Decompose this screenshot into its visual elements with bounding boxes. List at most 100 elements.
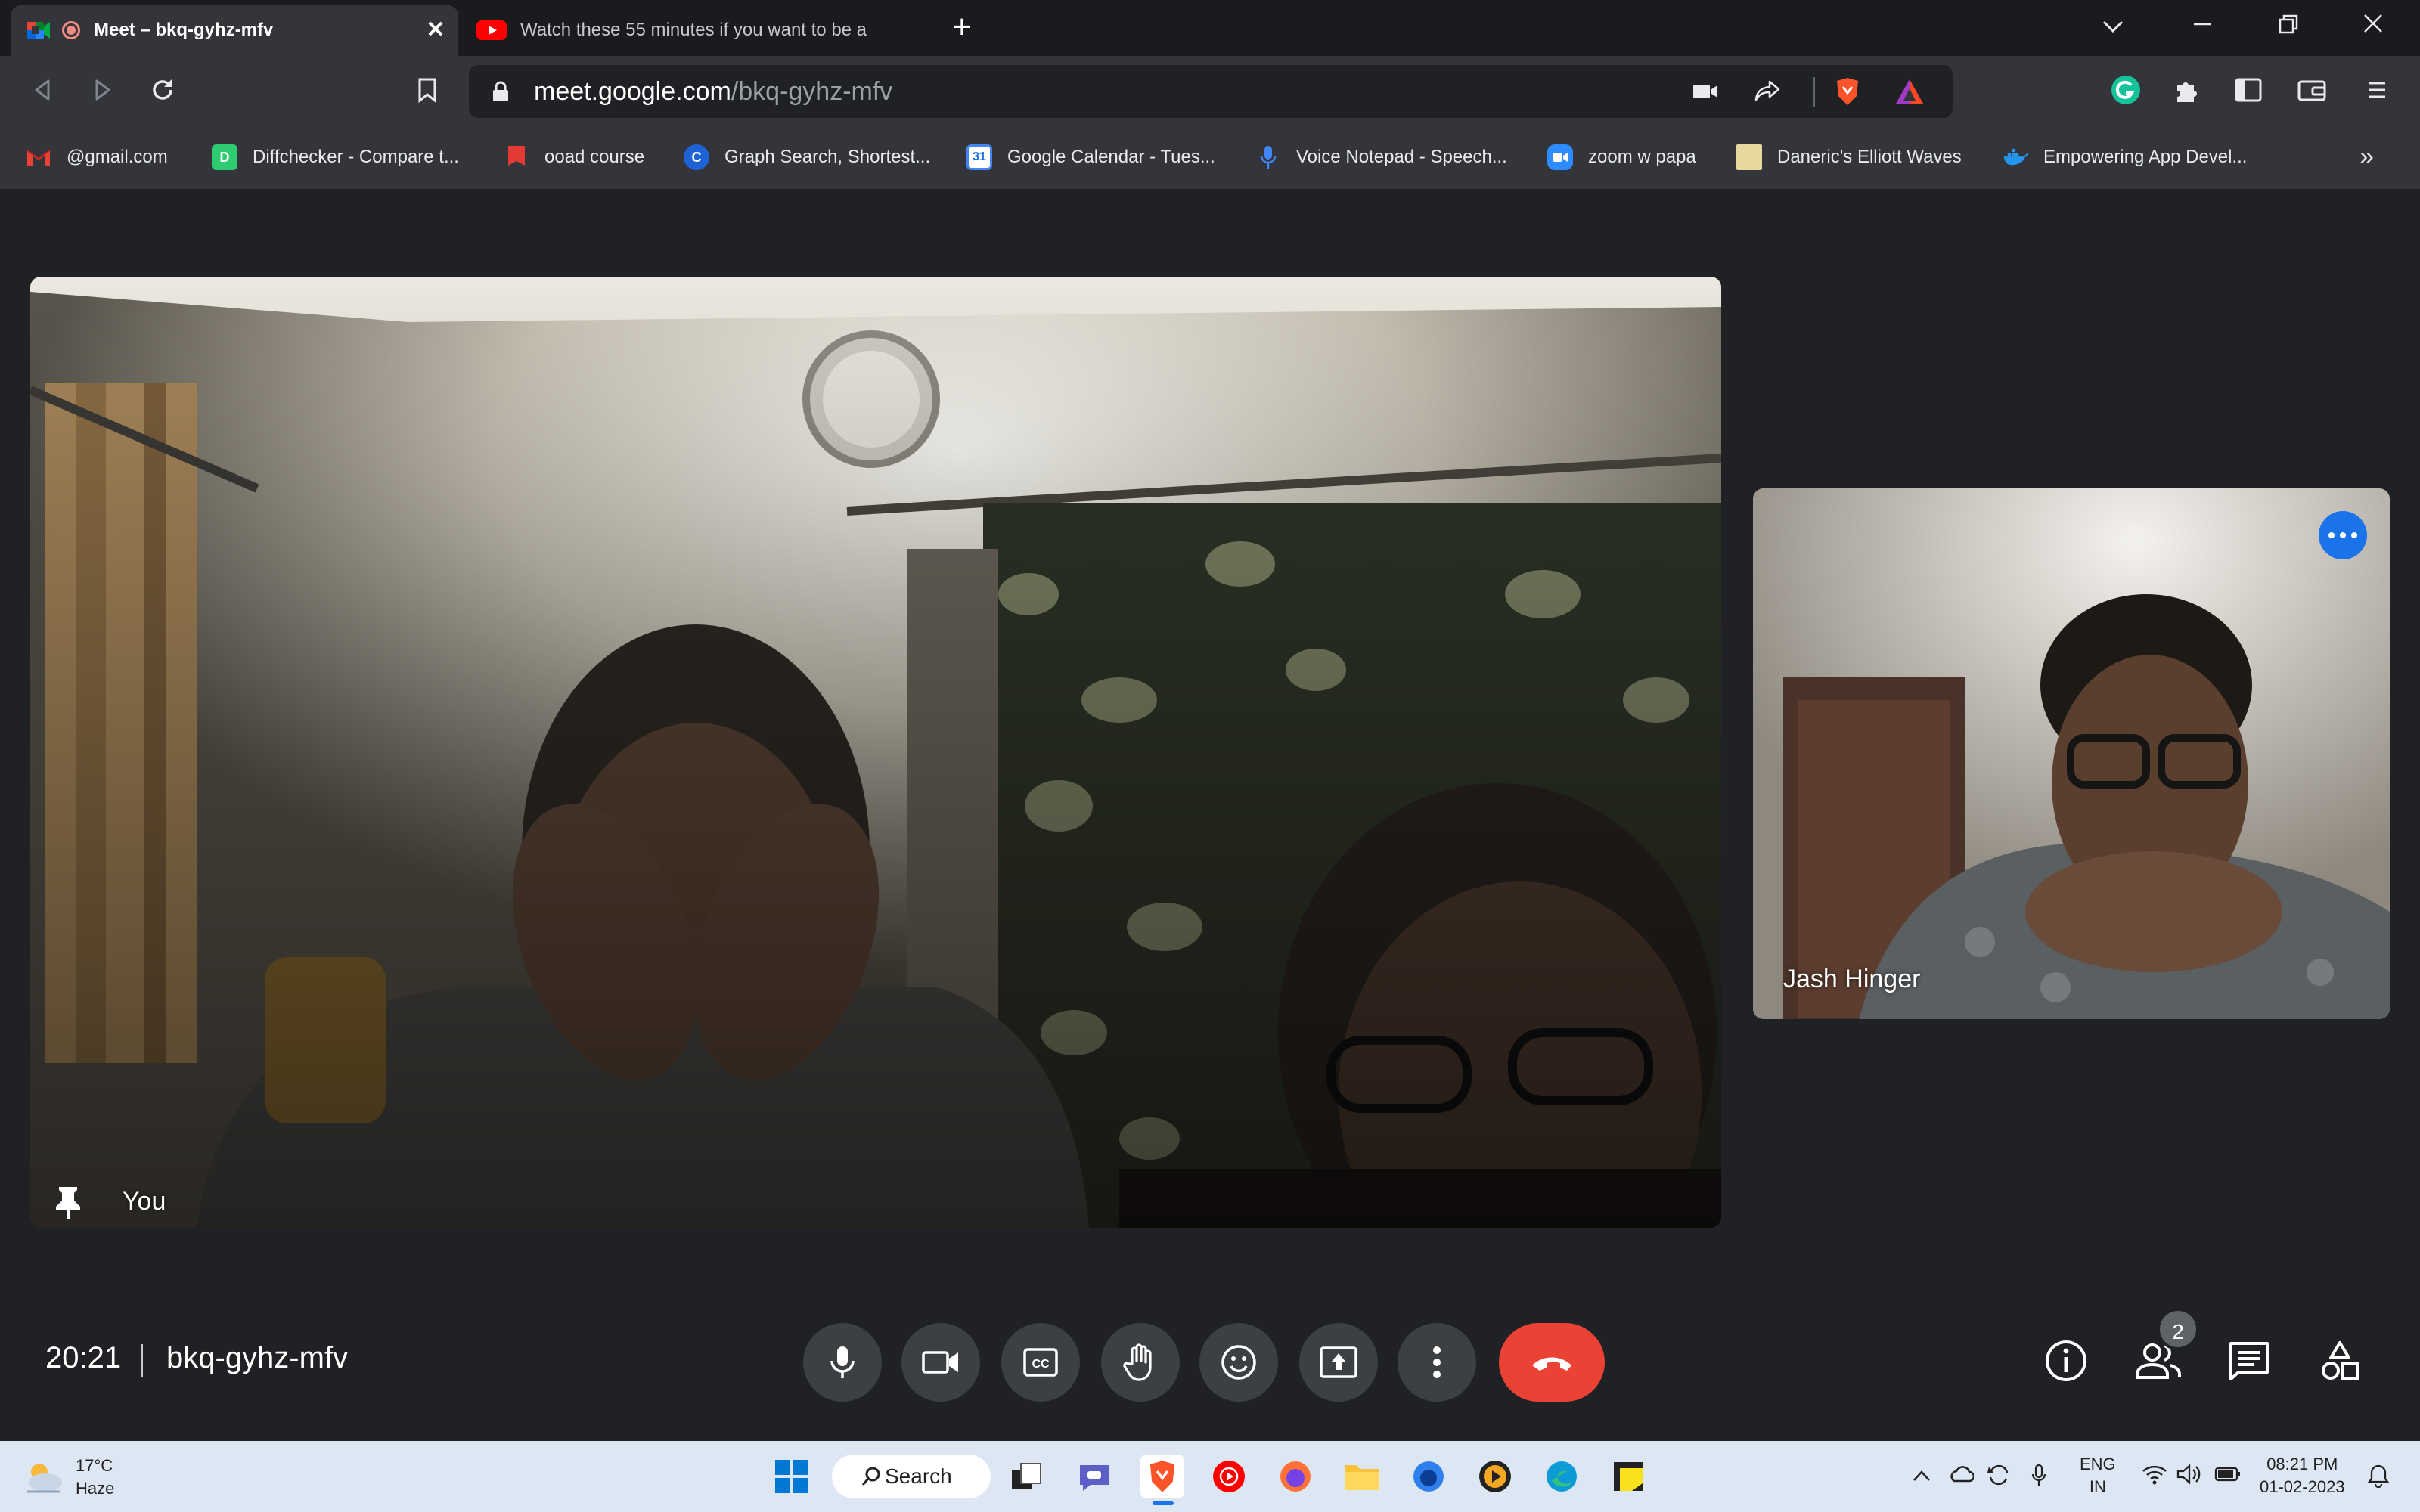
video-camera-icon <box>922 1351 958 1374</box>
windows-taskbar: 17°C Haze Search ENG IN 08:21 PM 01-02-2… <box>0 1441 2420 1512</box>
tab-search-chevron-down-icon[interactable] <box>2096 11 2130 44</box>
teams-chat-icon[interactable] <box>1072 1455 1116 1498</box>
brave-browser-taskbar-icon[interactable] <box>1140 1455 1184 1498</box>
input-language-indicator[interactable]: ENG IN <box>2080 1453 2116 1498</box>
brave-shields-icon[interactable] <box>1830 74 1865 109</box>
taskbar-clock[interactable]: 08:21 PM 01-02-2023 <box>2260 1453 2345 1498</box>
hang-up-icon <box>1532 1357 1571 1371</box>
sidebar-toggle-icon[interactable] <box>2229 71 2267 109</box>
pin-icon[interactable] <box>53 1184 83 1224</box>
bookmark-diffchecker[interactable]: D Diffchecker - Compare t... <box>212 141 459 174</box>
bookmark-red-icon <box>504 144 529 170</box>
file-explorer-icon[interactable] <box>1340 1455 1384 1498</box>
media-player-icon[interactable] <box>1473 1455 1517 1498</box>
chat-button[interactable] <box>2219 1331 2279 1391</box>
active-app-indicator <box>1153 1501 1174 1505</box>
sync-icon[interactable] <box>1986 1464 2012 1492</box>
shapes-activities-icon <box>2322 1341 2360 1380</box>
edge-browser-icon[interactable] <box>1540 1455 1584 1498</box>
wifi-icon[interactable] <box>2142 1464 2167 1490</box>
docker-icon <box>2003 144 2028 170</box>
diffchecker-icon: D <box>212 144 237 170</box>
grammarly-extension-icon[interactable] <box>2107 71 2145 109</box>
tab-title: Watch these 55 minutes if you want to be… <box>520 20 868 40</box>
recording-indicator-icon <box>62 21 80 39</box>
bookmark-graph-search[interactable]: C Graph Search, Shortest... <box>684 141 930 174</box>
gmail-icon <box>26 144 51 170</box>
captions-toggle-button[interactable]: CC <box>1001 1323 1080 1402</box>
close-window-button[interactable] <box>2356 11 2390 44</box>
self-video-tile[interactable]: You <box>30 277 1721 1228</box>
task-view-icon[interactable] <box>1004 1455 1048 1498</box>
new-tab-button[interactable]: + <box>945 11 979 44</box>
camera-in-use-icon[interactable] <box>1688 74 1723 109</box>
share-icon[interactable] <box>1750 74 1785 109</box>
notifications-bell-icon[interactable] <box>2367 1464 2390 1493</box>
menu-hamburger-icon[interactable] <box>2358 71 2396 109</box>
tab-strip: Meet – bkq-gyhz-mfv ✕ Watch these 55 min… <box>0 0 2420 56</box>
bookmarks-bar: @gmail.com D Diffchecker - Compare t... … <box>0 127 2420 189</box>
onedrive-cloud-icon[interactable] <box>1948 1464 1975 1488</box>
bookmark-empowering-app-devel[interactable]: Empowering App Devel... <box>2003 141 2247 174</box>
back-button[interactable] <box>24 71 62 109</box>
reload-button[interactable] <box>144 71 182 109</box>
browser-toolbar: meet.google.com/bkq-gyhz-mfv <box>0 56 2420 127</box>
zoom-icon <box>1547 144 1573 170</box>
more-vertical-icon <box>1433 1346 1441 1378</box>
svg-text:CC: CC <box>1032 1358 1050 1371</box>
wallet-icon[interactable] <box>2293 71 2331 109</box>
battery-icon[interactable] <box>2214 1464 2242 1488</box>
brave-rewards-icon[interactable] <box>1892 74 1927 109</box>
taskbar-search[interactable]: Search <box>832 1455 991 1498</box>
tab-meet[interactable]: Meet – bkq-gyhz-mfv ✕ <box>11 5 458 56</box>
bookmark-elliott-waves[interactable]: Daneric's Elliott Waves <box>1736 141 1962 174</box>
minimize-button[interactable] <box>2186 11 2219 44</box>
youtube-music-icon[interactable] <box>1207 1455 1251 1498</box>
windows-start-icon[interactable] <box>770 1455 814 1498</box>
send-reaction-button[interactable] <box>1199 1323 1278 1402</box>
show-hidden-icons-chevron-up-icon[interactable] <box>1912 1464 1931 1488</box>
meeting-info-divider <box>141 1344 143 1377</box>
bookmark-google-calendar[interactable]: 31 Google Calendar - Tues... <box>966 141 1215 174</box>
raise-hand-button[interactable] <box>1101 1323 1180 1402</box>
firefox-icon[interactable] <box>1274 1455 1317 1498</box>
omnibox-divider <box>1813 77 1815 107</box>
firefox-developer-icon[interactable] <box>1407 1455 1450 1498</box>
bookmark-ooad-course[interactable]: ooad course <box>504 141 644 174</box>
participant-video-tile[interactable]: Jash Hinger <box>1753 488 2390 1019</box>
bookmark-voice-notepad[interactable]: Voice Notepad - Speech... <box>1255 141 1507 174</box>
info-icon <box>2046 1340 2086 1381</box>
leave-call-button[interactable] <box>1499 1323 1605 1402</box>
microphone-icon <box>1255 144 1281 170</box>
close-tab-icon[interactable]: ✕ <box>424 18 448 42</box>
participant-name-label: Jash Hinger <box>1783 965 1921 993</box>
camera-toggle-button[interactable] <box>901 1323 980 1402</box>
bookmark-zoom-w-papa[interactable]: zoom w papa <box>1547 141 1696 174</box>
bookmark-icon[interactable] <box>408 71 446 109</box>
microphone-toggle-button[interactable] <box>803 1323 882 1402</box>
self-name-label: You <box>123 1187 166 1216</box>
present-screen-icon <box>1320 1346 1357 1378</box>
codeforces-icon: C <box>684 144 709 170</box>
lock-icon[interactable] <box>492 80 510 103</box>
weather-widget[interactable]: 17°C Haze <box>23 1455 114 1500</box>
tab-youtube[interactable]: Watch these 55 minutes if you want to be… <box>464 5 915 56</box>
more-options-button[interactable] <box>1398 1323 1476 1402</box>
address-bar[interactable]: meet.google.com/bkq-gyhz-mfv <box>469 65 1953 118</box>
volume-icon[interactable] <box>2176 1464 2202 1490</box>
forward-button[interactable] <box>83 71 121 109</box>
meeting-code: bkq-gyhz-mfv <box>166 1341 349 1374</box>
participant-options-button[interactable] <box>2319 511 2367 559</box>
more-bookmarks-button[interactable]: » <box>2360 142 2374 172</box>
activities-button[interactable] <box>2310 1331 2370 1391</box>
extensions-puzzle-icon[interactable] <box>2167 71 2205 109</box>
tab-title: Meet – bkq-gyhz-mfv <box>94 20 274 40</box>
microphone-in-use-icon[interactable] <box>2031 1464 2046 1493</box>
sticky-notes-icon[interactable] <box>1606 1455 1650 1498</box>
chat-icon <box>2229 1342 2269 1380</box>
restore-button[interactable] <box>2272 11 2305 44</box>
bookmark-gmail[interactable]: @gmail.com <box>26 141 168 174</box>
present-screen-button[interactable] <box>1299 1323 1378 1402</box>
meeting-details-button[interactable] <box>2036 1331 2096 1391</box>
search-icon <box>861 1467 880 1486</box>
